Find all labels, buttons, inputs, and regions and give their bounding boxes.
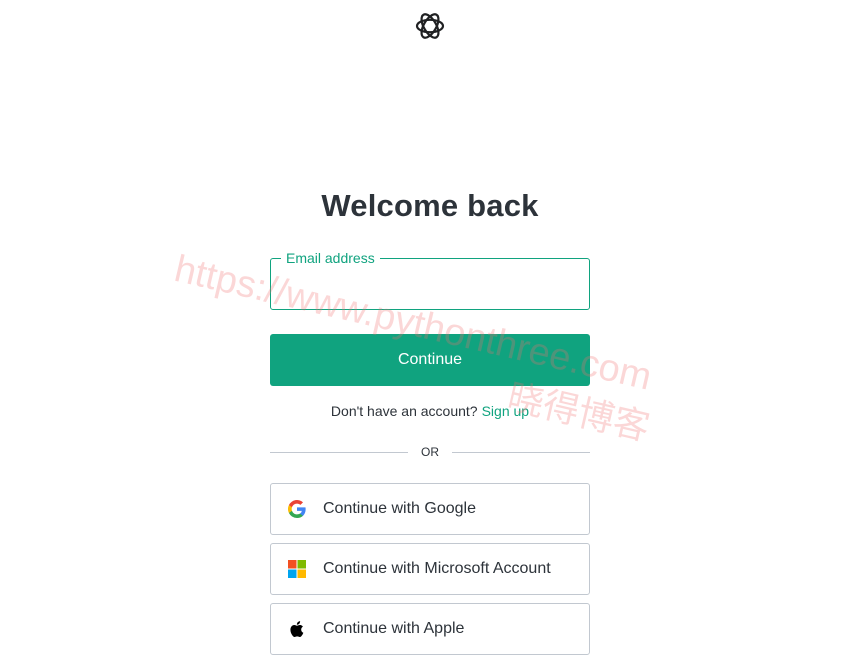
continue-with-google-button[interactable]: Continue with Google — [270, 483, 590, 535]
or-divider: OR — [270, 444, 590, 460]
email-field-wrapper: Email address — [270, 249, 590, 310]
continue-with-apple-button[interactable]: Continue with Apple — [270, 603, 590, 655]
google-icon — [288, 500, 306, 518]
signup-prompt: Don't have an account? Sign up — [0, 403, 860, 419]
signup-link[interactable]: Sign up — [482, 403, 529, 419]
email-field-label: Email address — [281, 249, 380, 267]
divider-line-right — [452, 452, 590, 453]
no-account-text: Don't have an account? — [330, 403, 478, 419]
google-button-label: Continue with Google — [323, 500, 476, 517]
microsoft-button-label: Continue with Microsoft Account — [323, 560, 551, 577]
openai-logo-icon — [415, 13, 445, 39]
continue-button[interactable]: Continue — [270, 334, 590, 386]
microsoft-icon — [288, 560, 306, 578]
apple-icon — [290, 621, 304, 637]
continue-with-microsoft-button[interactable]: Continue with Microsoft Account — [270, 543, 590, 595]
email-field[interactable] — [272, 260, 588, 308]
apple-button-label: Continue with Apple — [323, 620, 465, 637]
page-title: Welcome back — [321, 188, 539, 223]
login-page: Welcome back Email address Continue Don'… — [0, 0, 865, 656]
